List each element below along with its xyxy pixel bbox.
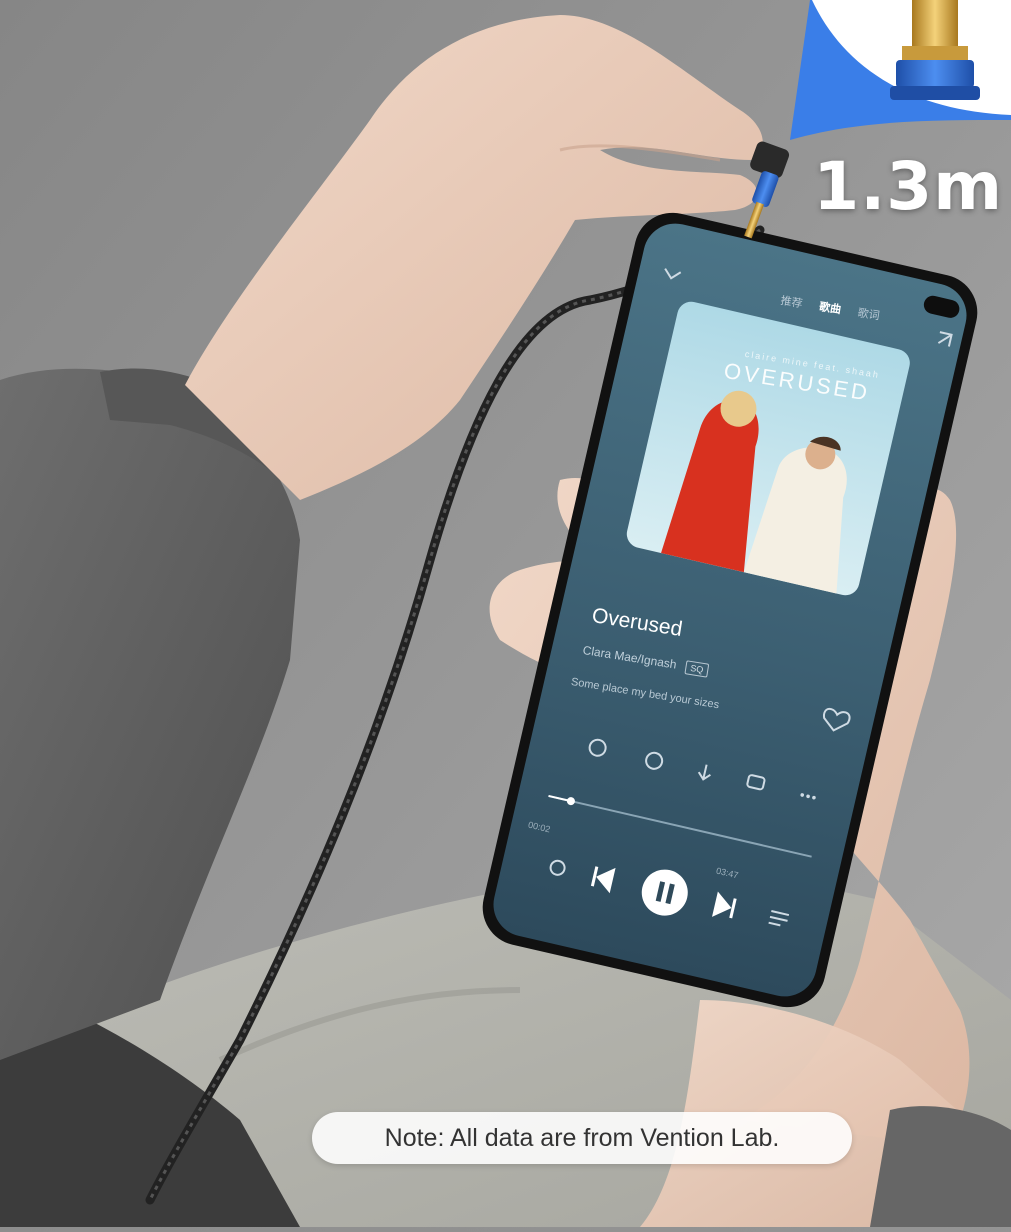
tab-lyrics[interactable]: 歌词 [857, 307, 881, 322]
right-sleeve [870, 1106, 1011, 1227]
badge-gold-pin [912, 0, 958, 50]
tab-recommend[interactable]: 推荐 [780, 295, 804, 310]
disclaimer-note: Note: All data are from Vention Lab. [312, 1112, 852, 1164]
product-photo-scene: 1.3m 推荐 歌曲 歌词 claire mine feat. shaah OV… [0, 0, 1011, 1227]
plug-detail-badge [790, 0, 1011, 140]
cable-length-label: 1.3m [813, 148, 1003, 225]
tab-song[interactable]: 歌曲 [818, 301, 842, 316]
badge-blue-collar [896, 60, 974, 88]
